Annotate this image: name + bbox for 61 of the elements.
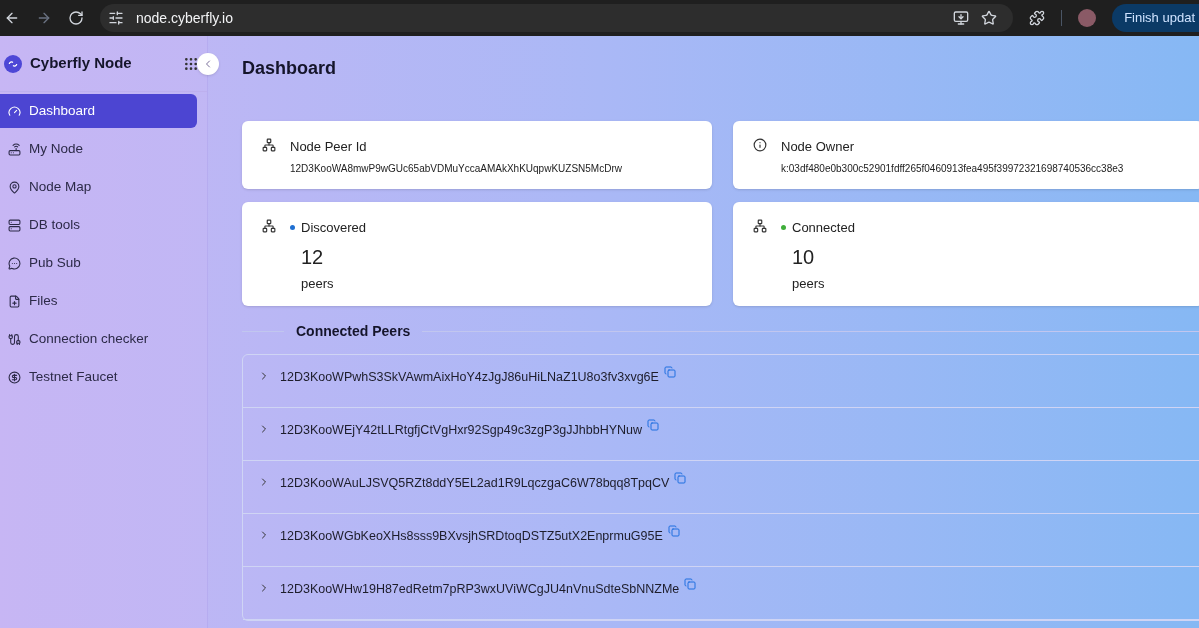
stat-count: 12: [300, 244, 325, 270]
copy-icon[interactable]: [667, 525, 680, 537]
peer-id: 12D3KooWPwhS3SkVAwmAixHoY4zJgJ86uHiLNaZ1U8o3fv3xvg6E: [280, 369, 659, 386]
coin-icon: [8, 370, 21, 384]
apps-grid-icon[interactable]: [183, 55, 199, 72]
peer-row[interactable]: 12D3KooWPwhS3SkVAwmAixHoY4zJgJ86uHiLNaZ1U8o3fv3xvg6E: [243, 355, 1199, 408]
peer-id: 12D3KooWEjY42tLLRtgfjCtVgHxr92Sgp49c3zgP3gJJhbbHYNuw: [280, 422, 642, 439]
card-label: Node Peer Id: [290, 138, 368, 156]
network-icon: [262, 138, 276, 152]
nav-item[interactable]: Node Map: [0, 170, 197, 204]
url-text: node.cyberfly.io: [136, 8, 233, 28]
stat-unit: peers: [791, 274, 826, 293]
nav-item[interactable]: Files: [0, 284, 197, 318]
stat-unit: peers: [300, 274, 335, 293]
chat-bubble-icon: [8, 256, 21, 270]
reload-icon[interactable]: [68, 10, 84, 26]
copy-icon[interactable]: [674, 472, 687, 484]
peer-id: 12D3KooWGbKeoXHs8sss9BXvsjhSRDtoqDSTZ5utX2EnprmuG95E: [280, 528, 663, 545]
stat-label: Connected: [792, 219, 855, 237]
nav-item[interactable]: Connection checker: [0, 322, 197, 356]
extensions-icon[interactable]: [1029, 10, 1046, 26]
install-icon[interactable]: [953, 10, 970, 26]
card-value: 12D3KooWA8mwP9wGUc65abVDMuYccaAMAkXhKUqpwKUZSN5McDrw: [290, 161, 622, 176]
info-icon: [753, 138, 767, 152]
file-plus-icon: [8, 294, 21, 308]
forward-icon[interactable]: [36, 10, 52, 26]
address-bar[interactable]: node.cyberfly.io: [100, 4, 1014, 32]
card-value: k:03df480e0b300c52901fdff265f0460913fea495f39972321698740536cc38e3: [781, 161, 1124, 176]
peer-id: 12D3KooWHw19H87edRetm7pRP3wxUViWCgJU4nVnuSdteSbNNZMe: [280, 581, 680, 598]
network-icon: [262, 219, 276, 233]
bookmark-star-icon[interactable]: [981, 10, 998, 26]
nav-item[interactable]: DB tools: [0, 208, 197, 242]
peer-row[interactable]: 12D3KooWGbKeoXHs8sss9BXvsjhSRDtoqDSTZ5utX2EnprmuG95E: [243, 514, 1199, 567]
brand-title: Cyberfly Node: [30, 53, 132, 74]
map-pin-icon: [8, 180, 21, 194]
back-icon[interactable]: [4, 10, 20, 26]
peer-row[interactable]: 12D3KooWEjY42tLLRtgfjCtVgHxr92Sgp49c3zgP3gJJhbbHYNuw: [243, 408, 1199, 461]
server-icon: [8, 218, 21, 232]
peer-id: 12D3KooWAuLJSVQ5RZt8ddY5EL2ad1R9LqczgaC6W78bqq8TpqCV: [280, 475, 670, 492]
update-button[interactable]: Finish updat: [1112, 4, 1199, 32]
peer-row[interactable]: 12D3KooWHw19H87edRetm7pRP3wxUViWCgJU4nVnuSdteSbNNZMe: [243, 567, 1199, 620]
nav-item[interactable]: Dashboard: [0, 94, 197, 128]
network-icon: [753, 219, 767, 233]
card-label: Node Owner: [781, 138, 855, 156]
logo-icon: [4, 54, 22, 73]
site-settings-icon[interactable]: [108, 10, 124, 26]
nav-item[interactable]: Testnet Faucet: [0, 360, 197, 394]
connection-icon: [8, 332, 21, 346]
gauge-icon: [8, 104, 21, 118]
peer-row[interactable]: 12D3KooWAuLJSVQ5RZt8ddY5EL2ad1R9LqczgaC6W78bqq8TpqCV: [243, 461, 1199, 514]
profile-avatar[interactable]: [1078, 9, 1097, 27]
page-title: Dashboard: [242, 57, 338, 80]
stat-count: 10: [791, 244, 816, 270]
nav-item[interactable]: My Node: [0, 132, 197, 166]
nav-item[interactable]: Pub Sub: [0, 246, 197, 280]
section-title: Connected Peers: [295, 321, 412, 341]
stat-label: Discovered: [301, 219, 367, 237]
copy-icon[interactable]: [647, 419, 659, 431]
copy-icon[interactable]: [684, 578, 697, 590]
router-icon: [8, 142, 21, 156]
copy-icon[interactable]: [663, 366, 676, 378]
